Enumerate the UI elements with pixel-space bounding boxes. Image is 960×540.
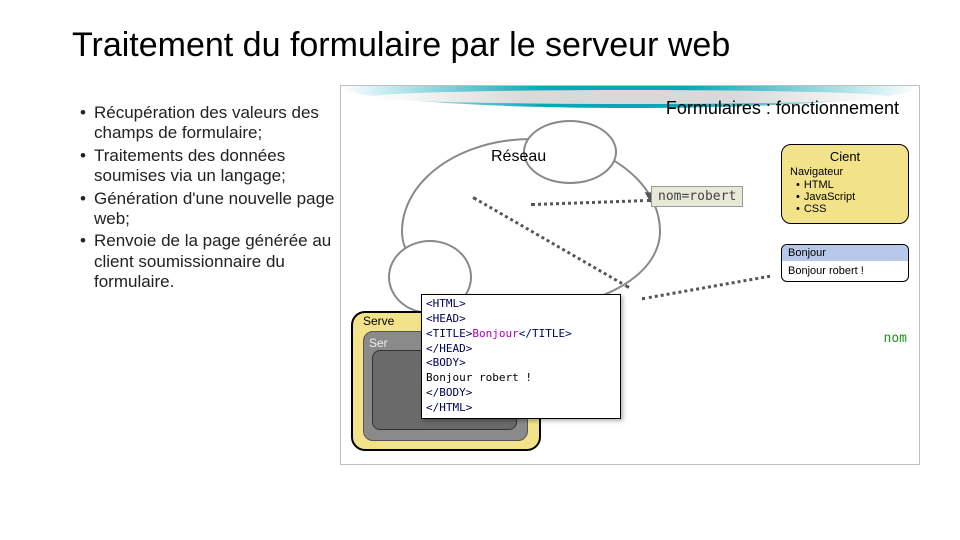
slide-title: Traitement du formulaire par le serveur … (0, 0, 960, 65)
variable-label: nom (884, 331, 907, 346)
list-item: •Traitements des données soumises via un… (80, 146, 340, 187)
list-item: •Renvoie de la page générée au client so… (80, 231, 340, 292)
response-page-box: Bonjour Bonjour robert ! (781, 244, 909, 282)
client-tech: CSS (796, 203, 900, 215)
response-body: Bonjour robert ! (782, 261, 908, 281)
client-tech: HTML (796, 179, 900, 191)
list-item: •Récupération des valeurs des champs de … (80, 103, 340, 144)
server-label: Serve (363, 314, 394, 328)
flow-arrow (642, 275, 771, 301)
response-header: Bonjour (782, 245, 908, 261)
client-title: Cient (790, 149, 900, 164)
html-code-box: <HTML> <HEAD> <TITLE>Bonjour</TITLE> </H… (421, 294, 621, 419)
slide-body: •Récupération des valeurs des champs de … (0, 65, 960, 465)
diagram-title: Formulaires : fonctionnement (666, 98, 899, 119)
server-label-inner: Ser (369, 336, 388, 350)
diagram: Formulaires : fonctionnement Réseau nom=… (340, 85, 920, 465)
request-data: nom=robert (651, 186, 743, 207)
client-subtitle: Navigateur (790, 166, 900, 178)
client-tech: JavaScript (796, 191, 900, 203)
bullet-list: •Récupération des valeurs des champs de … (80, 85, 340, 465)
cloud-label: Réseau (491, 148, 546, 166)
list-item: •Génération d'une nouvelle page web; (80, 189, 340, 230)
client-box: Cient Navigateur HTML JavaScript CSS (781, 144, 909, 224)
